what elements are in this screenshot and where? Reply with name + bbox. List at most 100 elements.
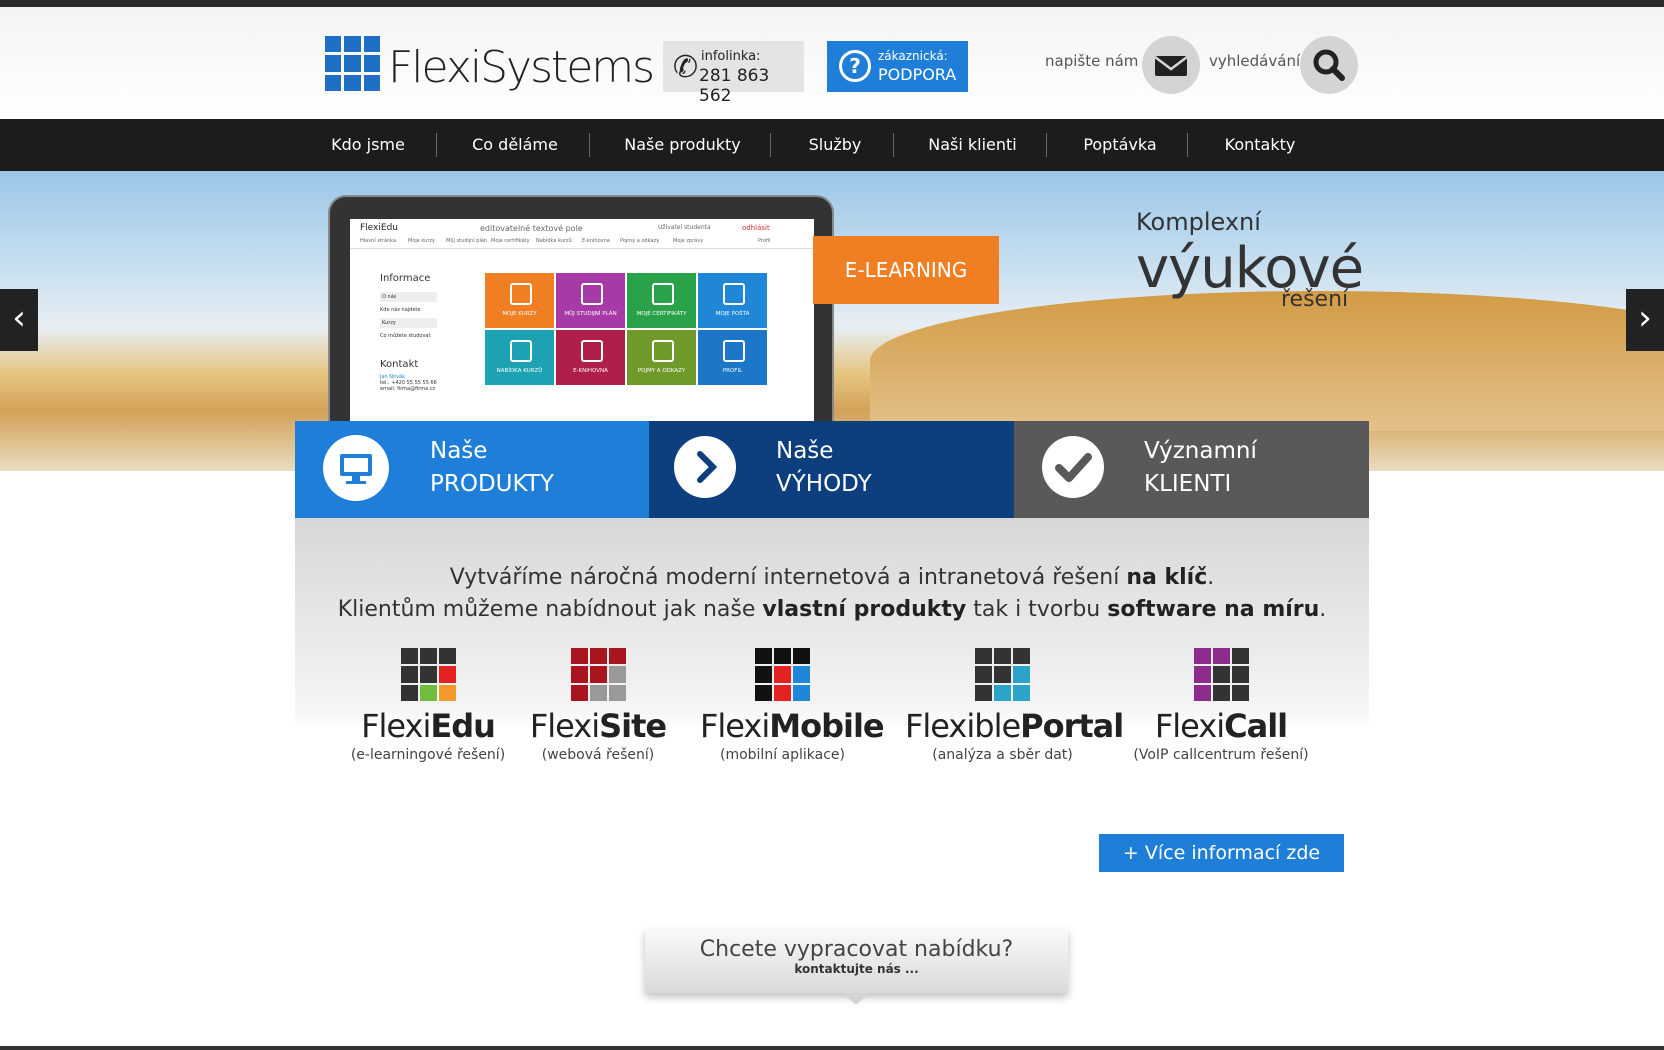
- screen-tile: POJMY A ODKAZY: [627, 330, 696, 385]
- more-info-button[interactable]: + Více informací zde: [1099, 834, 1344, 872]
- flexibleportal-logo-icon: [975, 648, 1030, 701]
- logo-cell: [994, 684, 1011, 701]
- laptop-screen: FlexiEdu editovatelné textové pole Uživa…: [350, 219, 814, 431]
- slider-next-button[interactable]: ›: [1626, 289, 1664, 351]
- screen-menu-2: Můj studijní plán: [446, 238, 488, 244]
- nav-item-kontakty[interactable]: Kontakty: [1210, 119, 1310, 171]
- logo-cell: [975, 648, 992, 665]
- logo-cell: [419, 684, 437, 701]
- logo-cell: [438, 684, 456, 701]
- search-link[interactable]: vyhledávání: [1209, 52, 1300, 70]
- main-nav: Kdo jsme Co děláme Naše produkty Služby …: [0, 119, 1664, 171]
- logo-cell: [994, 666, 1011, 683]
- product-desc: (webová řešení): [541, 747, 655, 763]
- product-flexisite[interactable]: FlexiSite (webová řešení): [523, 648, 673, 763]
- offer-title: Chcete vypracovat nabídku?: [699, 937, 1014, 962]
- tab-nase-produkty[interactable]: Naše PRODUKTY: [295, 421, 649, 518]
- tab-nase-vyhody[interactable]: Naše VÝHODY: [649, 421, 1014, 518]
- intro-line-2: Klientům můžeme nabídnout jak naše vlast…: [295, 597, 1369, 622]
- logo-cell: [1231, 666, 1249, 683]
- logo-cell: [1013, 648, 1030, 665]
- tab-label-bottom: PRODUKTY: [430, 471, 554, 497]
- flexicall-logo-icon: [1193, 648, 1249, 701]
- logo-cell: [1212, 684, 1230, 701]
- desert-dune: [870, 291, 1664, 431]
- screen-tiles: MOJE KURZY MŮJ STUDIJNÍ PLÁN MOJE CERTIFIK…: [485, 273, 767, 385]
- logo-cell: [975, 684, 992, 701]
- logo-cell: [400, 684, 418, 701]
- product-name: FlexiSite: [529, 707, 667, 745]
- phone-icon: ✆: [673, 50, 699, 85]
- logo-cell: [438, 666, 456, 683]
- logo-icon[interactable]: [325, 36, 380, 91]
- logo-text[interactable]: FlexiSystems: [388, 42, 655, 93]
- nav-item-kdo-jsme[interactable]: Kdo jsme: [318, 119, 418, 171]
- tab-label-top: Naše: [776, 438, 834, 464]
- logo-cell: [1013, 666, 1030, 683]
- product-fleximobile[interactable]: FlexiMobile (mobilní aplikace): [700, 648, 885, 763]
- logo-cell: [589, 648, 607, 665]
- screen-menu-8: Profil: [758, 238, 771, 244]
- bottom-line: [0, 1046, 1664, 1050]
- logo-cell: [1231, 684, 1249, 701]
- nav-item-nase-produkty[interactable]: Naše produkty: [615, 119, 750, 171]
- nav-item-poptavka[interactable]: Poptávka: [1070, 119, 1170, 171]
- flexisite-logo-icon: [570, 648, 626, 701]
- screen-side-item: Co můžete studovat: [380, 333, 431, 339]
- screen-contact-email: email: firma@firma.cz: [380, 386, 436, 392]
- slogan-end: řešení: [1281, 287, 1349, 312]
- logo-cell: [608, 684, 626, 701]
- logo-cell: [1212, 648, 1230, 665]
- logo-cell: [774, 648, 791, 665]
- nav-item-co-delame[interactable]: Co děláme: [455, 119, 575, 171]
- support-label: zákaznická:: [878, 49, 948, 63]
- logo-cell: [755, 666, 772, 683]
- slogan-small: Komplexní: [1136, 208, 1261, 236]
- mail-icon-button[interactable]: [1142, 36, 1200, 94]
- flexiedu-logo-icon: [400, 648, 456, 701]
- logo-cell: [793, 666, 810, 683]
- screen-tile: E-KNIHOVNA: [556, 330, 625, 385]
- logo-cell: [755, 648, 772, 665]
- screen-menu-0: Hlavní stránka: [360, 238, 397, 244]
- screen-tile: PROFIL: [698, 330, 767, 385]
- slider-prev-button[interactable]: ‹: [0, 289, 38, 351]
- screen-tile: NABÍDKA KURZŮ: [485, 330, 554, 385]
- page: FlexiSystems ✆ infolinka: 281 863 562 ? …: [0, 0, 1664, 1050]
- offer-box[interactable]: Chcete vypracovat nabídku? kontaktujte n…: [645, 929, 1068, 993]
- support-button[interactable]: ? zákaznická: PODPORA: [827, 41, 968, 92]
- tab-vyznamni-klienti[interactable]: Významní KLIENTI: [1014, 421, 1369, 518]
- elearning-badge[interactable]: E-LEARNING: [813, 236, 999, 304]
- logo-cell: [1193, 648, 1211, 665]
- nav-item-nasi-klienti[interactable]: Naši klienti: [910, 119, 1035, 171]
- logo-cell: [400, 666, 418, 683]
- screen-side-item: O nás: [380, 292, 437, 302]
- logo-cell: [1193, 666, 1211, 683]
- screen-menu-1: Moje kurzy: [408, 238, 435, 244]
- screen-menu-4: Nabídka kurzů: [536, 238, 572, 244]
- top-bar: [0, 0, 1664, 7]
- nav-divider: [770, 133, 771, 157]
- infolinka-box[interactable]: ✆ infolinka: 281 863 562: [663, 41, 804, 106]
- logo-cell: [570, 684, 588, 701]
- tab-label-bottom: VÝHODY: [776, 471, 872, 497]
- infolinka-label: infolinka:: [701, 49, 761, 64]
- write-us-link[interactable]: napište nám: [1045, 52, 1138, 70]
- logo-cell: [400, 648, 418, 665]
- chevron-right-icon: [674, 436, 736, 498]
- screen-contact-title: Kontakt: [380, 359, 419, 370]
- search-icon-button[interactable]: [1300, 36, 1358, 94]
- product-flexicall[interactable]: FlexiCall (VoIP callcentrum řešení): [1131, 648, 1311, 763]
- logo-cell: [1013, 684, 1030, 701]
- product-flexibleportal[interactable]: FlexiblePortal (analýza a sběr dat): [905, 648, 1124, 763]
- screen-tile: MOJE CERTIFIKÁTY: [627, 273, 696, 328]
- support-title: PODPORA: [878, 65, 957, 84]
- product-flexiedu[interactable]: FlexiEdu (e-learningové řešení): [348, 648, 508, 763]
- tab-label-top: Naše: [430, 438, 488, 464]
- logo-cell: [570, 666, 588, 683]
- screen-topbar: FlexiEdu editovatelné textové pole Uživa…: [350, 219, 814, 249]
- nav-item-sluzby[interactable]: Služby: [790, 119, 880, 171]
- logo-cell: [438, 648, 456, 665]
- product-desc: (VoIP callcentrum řešení): [1133, 747, 1309, 763]
- fleximobile-logo-icon: [755, 648, 810, 701]
